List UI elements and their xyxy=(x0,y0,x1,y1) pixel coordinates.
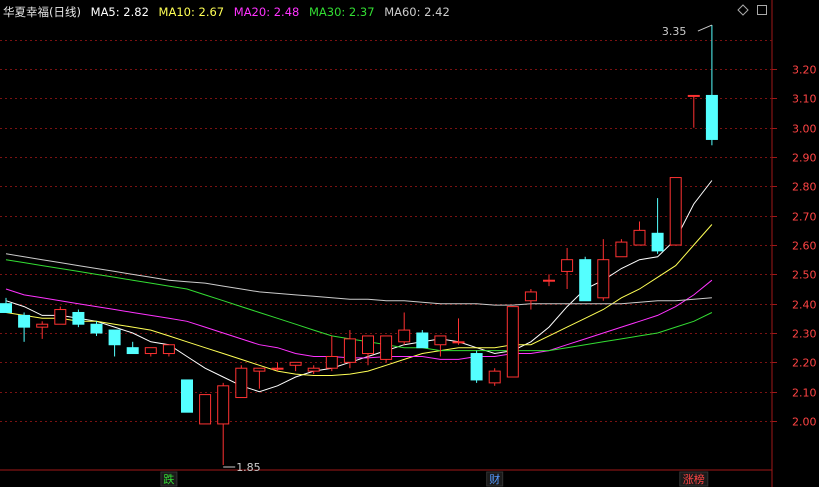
candle-body xyxy=(597,259,610,299)
y-tick-label: 2.00 xyxy=(792,416,817,429)
candle-body xyxy=(18,314,31,328)
candle-body xyxy=(108,329,121,346)
candle-body xyxy=(452,341,465,344)
candle xyxy=(235,365,248,399)
candle xyxy=(398,312,411,345)
candle xyxy=(362,335,374,366)
candle xyxy=(705,25,718,146)
candle xyxy=(126,341,139,355)
candle-body xyxy=(470,353,483,381)
candle-body xyxy=(506,306,519,378)
candle xyxy=(289,361,302,372)
kline-chart-window: 华夏幸福(日线) MA5: 2.82 MA10: 2.67 MA20: 2.48… xyxy=(0,0,819,487)
candle-body xyxy=(307,367,320,372)
annotation-label: 1.85 xyxy=(236,461,261,474)
candle xyxy=(162,344,175,357)
candle-body xyxy=(54,309,67,325)
candle xyxy=(687,94,700,128)
candle-body xyxy=(181,379,193,413)
candle-body xyxy=(543,279,555,282)
candle xyxy=(325,335,338,372)
candle-body xyxy=(669,177,682,246)
marker-label: 涨榜 xyxy=(683,472,705,486)
candle-body xyxy=(36,323,49,328)
y-tick-label: 2.90 xyxy=(792,152,817,165)
candle xyxy=(543,274,555,287)
candle xyxy=(181,379,193,413)
candle xyxy=(579,256,592,302)
y-tick-label: 2.10 xyxy=(792,387,817,400)
candle-body xyxy=(90,323,103,334)
candle-body xyxy=(144,347,157,355)
candle xyxy=(488,368,501,386)
candle xyxy=(380,335,393,363)
annotation-label: 3.35 xyxy=(662,25,687,38)
candle xyxy=(144,347,157,357)
y-tick-label: 2.40 xyxy=(792,299,817,312)
candle-body xyxy=(253,367,266,372)
candle-body xyxy=(0,303,12,313)
candle-body xyxy=(561,259,574,272)
y-tick-label: 2.70 xyxy=(792,211,817,224)
candle-body xyxy=(380,335,393,360)
candle xyxy=(651,198,664,254)
candle-body xyxy=(362,335,374,355)
candle xyxy=(108,329,121,357)
ma-line-ma10 xyxy=(5,224,713,376)
y-tick-label: 3.00 xyxy=(792,123,817,136)
candlestick-chart[interactable]: 2.00 2.10 2.20 2.30 2.40 2.50 2.60 2.70 2.80 2.90… xyxy=(0,0,819,487)
y-tick-label: 3.10 xyxy=(792,93,817,106)
candle-body xyxy=(687,94,700,97)
marker-label: 跌 xyxy=(163,472,174,486)
y-tick-label: 2.30 xyxy=(792,328,817,341)
candle xyxy=(343,330,356,369)
candle xyxy=(615,239,628,258)
candle xyxy=(72,309,85,328)
candle-body xyxy=(615,241,628,258)
candle-body xyxy=(199,394,212,425)
candle-body xyxy=(705,94,718,140)
candle xyxy=(217,382,230,465)
candle xyxy=(416,330,429,349)
candle xyxy=(524,289,537,310)
marker-label: 财 xyxy=(489,472,500,486)
candle-body xyxy=(235,367,248,399)
candle-body xyxy=(398,329,411,343)
candle-body xyxy=(271,367,284,370)
candle-body xyxy=(488,370,501,384)
candle-body xyxy=(325,355,338,369)
candle-body xyxy=(633,229,646,246)
y-tick-label: 2.80 xyxy=(792,181,817,194)
candle-body xyxy=(651,232,664,252)
candle xyxy=(470,350,483,383)
candle xyxy=(597,239,610,301)
candle-body xyxy=(217,385,230,425)
candle xyxy=(54,306,67,325)
candle xyxy=(253,367,266,389)
candle-body xyxy=(126,347,139,355)
candle-body xyxy=(524,291,537,302)
candle xyxy=(561,247,574,290)
candle-body xyxy=(434,335,447,346)
candle-body xyxy=(289,361,302,366)
candle-body xyxy=(579,259,592,302)
candle-body xyxy=(162,344,175,355)
candle xyxy=(434,335,447,357)
y-tick-label: 2.20 xyxy=(792,357,817,370)
candle-body xyxy=(72,311,85,325)
candle xyxy=(36,321,49,339)
annotation-arrow xyxy=(697,24,713,32)
y-tick-label: 2.60 xyxy=(792,240,817,253)
y-tick-label: 2.50 xyxy=(792,269,817,282)
candle xyxy=(0,297,12,313)
candle xyxy=(506,306,519,378)
candle xyxy=(633,221,646,246)
y-tick-label: 3.20 xyxy=(792,64,817,77)
candle-body xyxy=(343,338,356,363)
candle xyxy=(18,312,31,342)
candle-body xyxy=(416,332,429,349)
candle xyxy=(669,177,682,246)
candle xyxy=(199,394,212,425)
